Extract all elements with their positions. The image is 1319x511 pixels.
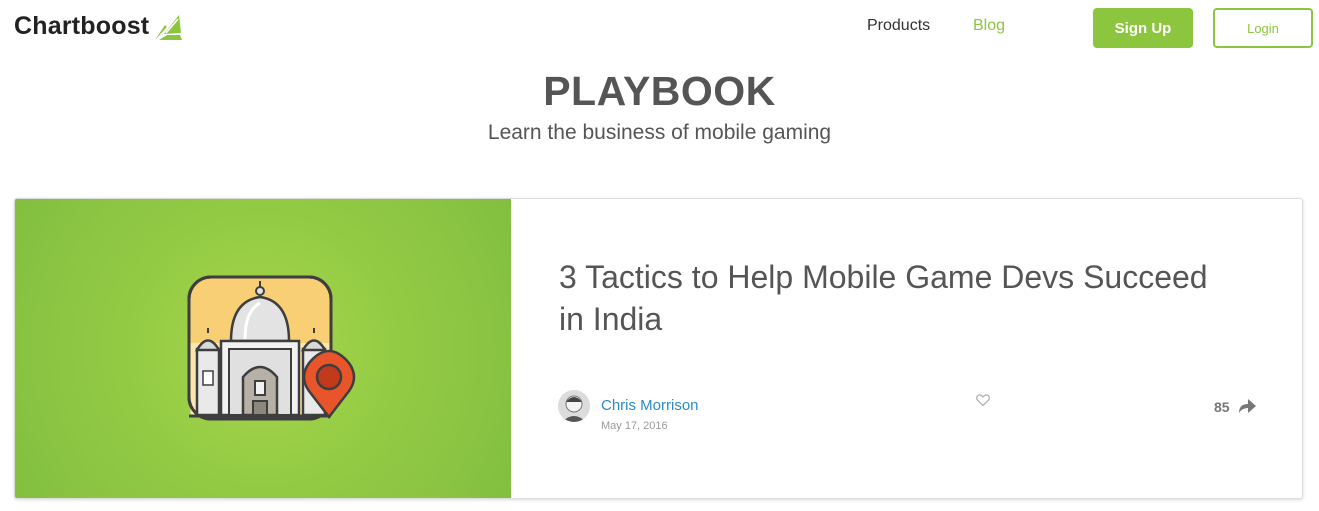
nav-products[interactable]: Products bbox=[867, 17, 930, 35]
site-header: Chartboost Products Blog Sign Up Login bbox=[0, 0, 1319, 60]
heart-outline-icon[interactable] bbox=[975, 392, 991, 408]
chartboost-leaf-icon bbox=[155, 14, 183, 40]
taj-mahal-location-pin-icon bbox=[187, 275, 356, 421]
share-count: 85 bbox=[1214, 399, 1230, 415]
page-title: PLAYBOOK bbox=[543, 68, 776, 114]
share-arrow-icon[interactable] bbox=[1237, 397, 1257, 415]
author-photo bbox=[558, 390, 590, 422]
page-subtitle: Learn the business of mobile gaming bbox=[487, 121, 832, 144]
logo-text: Chartboost bbox=[14, 12, 150, 40]
author-name[interactable]: Chris Morrison bbox=[601, 397, 699, 414]
post-title[interactable]: 3 Tactics to Help Mobile Game Devs Succe… bbox=[559, 256, 1239, 340]
chartboost-logo[interactable]: Chartboost bbox=[14, 12, 183, 41]
nav-blog[interactable]: Blog bbox=[973, 17, 1005, 35]
sign-up-button[interactable]: Sign Up bbox=[1093, 8, 1193, 48]
post-date: May 17, 2016 bbox=[601, 420, 668, 432]
author-avatar[interactable] bbox=[558, 390, 590, 422]
featured-post-card[interactable]: 3 Tactics to Help Mobile Game Devs Succe… bbox=[14, 198, 1303, 499]
post-thumbnail[interactable] bbox=[15, 199, 511, 498]
login-button[interactable]: Login bbox=[1213, 8, 1313, 48]
